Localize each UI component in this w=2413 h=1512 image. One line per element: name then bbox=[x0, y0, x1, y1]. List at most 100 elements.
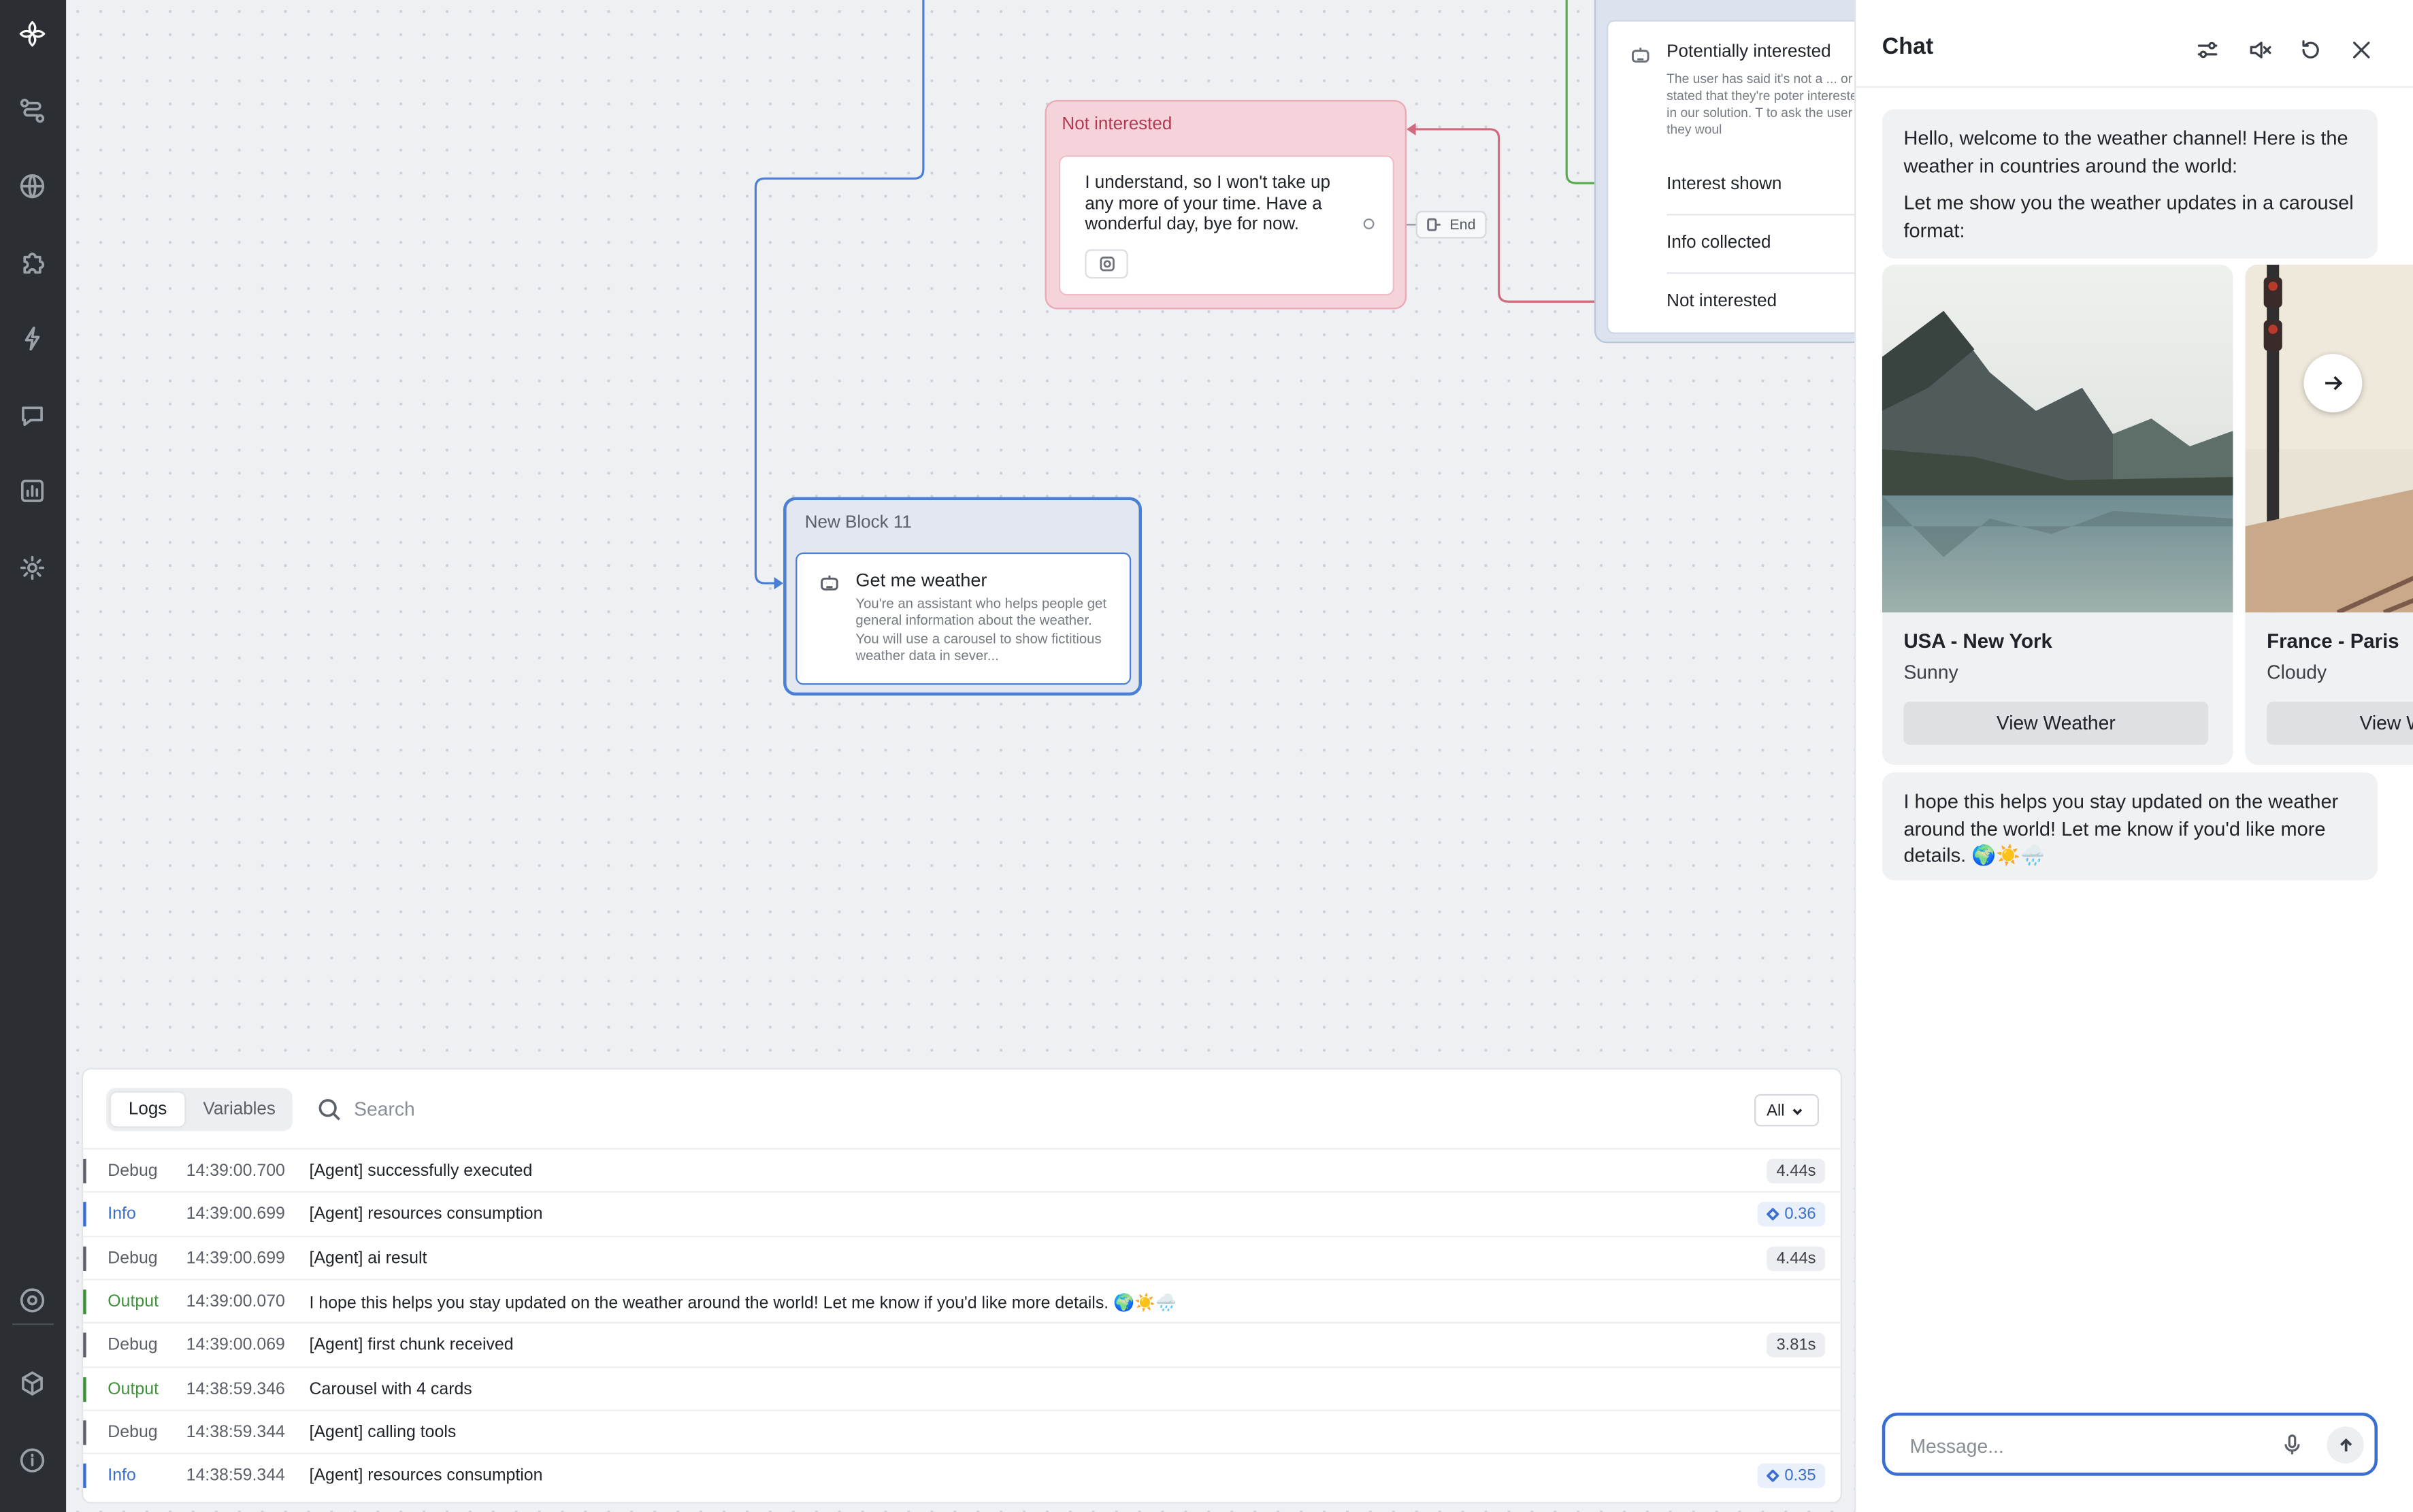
bot-icon bbox=[1630, 45, 1652, 67]
route-interest-shown[interactable]: Interest shown bbox=[1667, 176, 1867, 194]
reset-icon[interactable] bbox=[2296, 35, 2324, 63]
log-message: [Agent] resources consumption bbox=[309, 1466, 543, 1485]
flows-icon[interactable] bbox=[16, 94, 50, 128]
log-level-indicator bbox=[83, 1245, 86, 1271]
log-search-input[interactable] bbox=[354, 1092, 970, 1127]
settings-icon[interactable] bbox=[16, 551, 50, 585]
new-block-11[interactable]: New Block 11 Get me weather You're an as… bbox=[783, 497, 1143, 696]
divider bbox=[1667, 272, 1867, 274]
card-title: USA - New York bbox=[1903, 629, 2052, 653]
bot-message-greeting: Hello, welcome to the weather channel! H… bbox=[1882, 109, 2378, 259]
log-row[interactable]: Output 14:39:00.070 I hope this helps you … bbox=[83, 1279, 1841, 1321]
message-input[interactable] bbox=[1909, 1431, 2249, 1462]
not-interested-block[interactable]: Not interested I understand, so I won't … bbox=[1045, 99, 1407, 310]
log-level: Info bbox=[108, 1205, 136, 1224]
integrations-icon[interactable] bbox=[16, 322, 50, 356]
bot-icon bbox=[819, 572, 840, 602]
log-timestamp: 14:39:00.069 bbox=[186, 1336, 285, 1355]
mute-icon[interactable] bbox=[2245, 35, 2273, 63]
end-label: End bbox=[1449, 216, 1476, 233]
message-text: Let me show you the weather updates in a… bbox=[1903, 191, 2354, 242]
puzzle-icon[interactable] bbox=[16, 246, 50, 280]
analytics-icon[interactable] bbox=[16, 474, 50, 508]
badge-value: 3.81s bbox=[1776, 1336, 1816, 1355]
route-not-interested[interactable]: Not interested bbox=[1667, 293, 1867, 311]
message-text: Hello, welcome to the weather channel! H… bbox=[1903, 126, 2348, 177]
filter-value: All bbox=[1767, 1101, 1785, 1120]
log-row[interactable]: Debug 14:39:00.700 [Agent] successfully ex… bbox=[83, 1148, 1841, 1191]
help-icon[interactable] bbox=[16, 1283, 50, 1317]
block-title: New Block 11 bbox=[804, 514, 912, 533]
chevron-down-icon bbox=[1792, 1108, 1802, 1115]
end-node[interactable]: End bbox=[1415, 210, 1487, 239]
duration-badge: 3.81s bbox=[1767, 1332, 1826, 1358]
log-level-indicator bbox=[83, 1202, 86, 1228]
log-row[interactable]: Debug 14:38:59.344 [Agent] calling tools bbox=[83, 1409, 1841, 1452]
chat-title: Chat bbox=[1882, 33, 1934, 61]
log-row[interactable]: Debug 14:39:00.069 [Agent] first chunk rec… bbox=[83, 1322, 1841, 1365]
log-row[interactable]: Info 14:39:00.699 [Agent] resources consum… bbox=[83, 1191, 1841, 1234]
route-info-collected[interactable]: Info collected bbox=[1667, 234, 1867, 252]
close-icon[interactable] bbox=[2347, 35, 2375, 63]
log-message: [Agent] resources consumption bbox=[309, 1205, 543, 1224]
log-timestamp: 14:38:59.344 bbox=[186, 1423, 285, 1442]
arrow-up-icon bbox=[2339, 1437, 2352, 1451]
card-title: France - Paris bbox=[2267, 629, 2399, 653]
log-timestamp: 14:39:00.699 bbox=[186, 1249, 285, 1268]
settings-sliders-icon[interactable] bbox=[2193, 35, 2221, 63]
step-title: Potentially interested bbox=[1667, 43, 1831, 62]
log-level: Output bbox=[108, 1292, 159, 1311]
send-button[interactable] bbox=[2327, 1426, 2364, 1464]
card-subtitle: Cloudy bbox=[2267, 661, 2327, 684]
log-row[interactable]: Info 14:38:59.344 [Agent] resources consum… bbox=[83, 1453, 1841, 1496]
log-level: Debug bbox=[108, 1162, 158, 1181]
tab-logs[interactable]: Logs bbox=[110, 1092, 185, 1127]
block-title: Not interested bbox=[1062, 115, 1172, 134]
microphone-icon[interactable] bbox=[2281, 1432, 2304, 1463]
divider bbox=[1667, 214, 1867, 216]
info-icon[interactable] bbox=[16, 1443, 50, 1477]
card-image-mountain-lake bbox=[1882, 264, 2233, 613]
log-level-indicator bbox=[83, 1463, 86, 1489]
log-message: [Agent] first chunk received bbox=[309, 1336, 514, 1355]
log-level: Output bbox=[108, 1379, 159, 1398]
badge-value: 0.36 bbox=[1784, 1205, 1816, 1224]
log-level-filter[interactable]: All bbox=[1754, 1094, 1820, 1127]
log-level-indicator bbox=[83, 1376, 86, 1402]
ai-step-card[interactable]: Potentially interested The user has said… bbox=[1606, 20, 1867, 334]
log-row[interactable]: Output 14:38:59.346 Carousel with 4 cards bbox=[83, 1366, 1841, 1409]
log-level-indicator bbox=[83, 1332, 86, 1358]
ai-step-card[interactable]: Get me weather You're an assistant who h… bbox=[795, 552, 1132, 685]
output-port[interactable] bbox=[1363, 218, 1375, 229]
globe-icon[interactable] bbox=[16, 169, 50, 203]
step-description: You're an assistant who helps people get… bbox=[855, 595, 1107, 663]
carousel-card: USA - New York Sunny View Weather bbox=[1882, 264, 2233, 765]
badge-value: 0.35 bbox=[1784, 1466, 1816, 1485]
log-timestamp: 14:38:59.346 bbox=[186, 1379, 285, 1398]
diamond-icon bbox=[1766, 1208, 1779, 1221]
logo-icon[interactable] bbox=[16, 17, 50, 51]
step-title: Get me weather bbox=[855, 569, 987, 591]
duration-badge: 4.44s bbox=[1767, 1245, 1826, 1271]
package-icon[interactable] bbox=[16, 1366, 50, 1400]
badge-value: 4.44s bbox=[1776, 1249, 1816, 1268]
message-step[interactable]: I understand, so I won't take up any mor… bbox=[1058, 155, 1394, 296]
bot-message-closing: I hope this helps you stay updated on th… bbox=[1882, 772, 2378, 881]
log-level-indicator bbox=[83, 1419, 86, 1445]
view-weather-button[interactable]: View Weather bbox=[1903, 702, 2209, 745]
log-timestamp: 14:39:00.700 bbox=[186, 1162, 285, 1181]
log-message: Carousel with 4 cards bbox=[309, 1379, 472, 1398]
step-message: I understand, so I won't take up any mor… bbox=[1085, 174, 1330, 234]
tab-variables[interactable]: Variables bbox=[191, 1093, 287, 1127]
cost-badge: 0.36 bbox=[1756, 1202, 1826, 1228]
card-image-railway bbox=[2245, 264, 2413, 613]
log-message: I hope this helps you stay updated on th… bbox=[309, 1294, 1177, 1313]
view-weather-button[interactable]: View Weather bbox=[2267, 702, 2413, 745]
chat-input-box bbox=[1882, 1413, 2378, 1476]
image-placeholder-icon[interactable] bbox=[1085, 249, 1128, 279]
duration-badge: 4.44s bbox=[1767, 1158, 1826, 1184]
chat-icon[interactable] bbox=[16, 399, 50, 433]
potentially-interested-block[interactable]: Potentially interested The user has said… bbox=[1594, 0, 1867, 344]
log-row[interactable]: Debug 14:39:00.699 [Agent] ai result 4.44s bbox=[83, 1235, 1841, 1278]
carousel-next-button[interactable] bbox=[2303, 354, 2363, 413]
